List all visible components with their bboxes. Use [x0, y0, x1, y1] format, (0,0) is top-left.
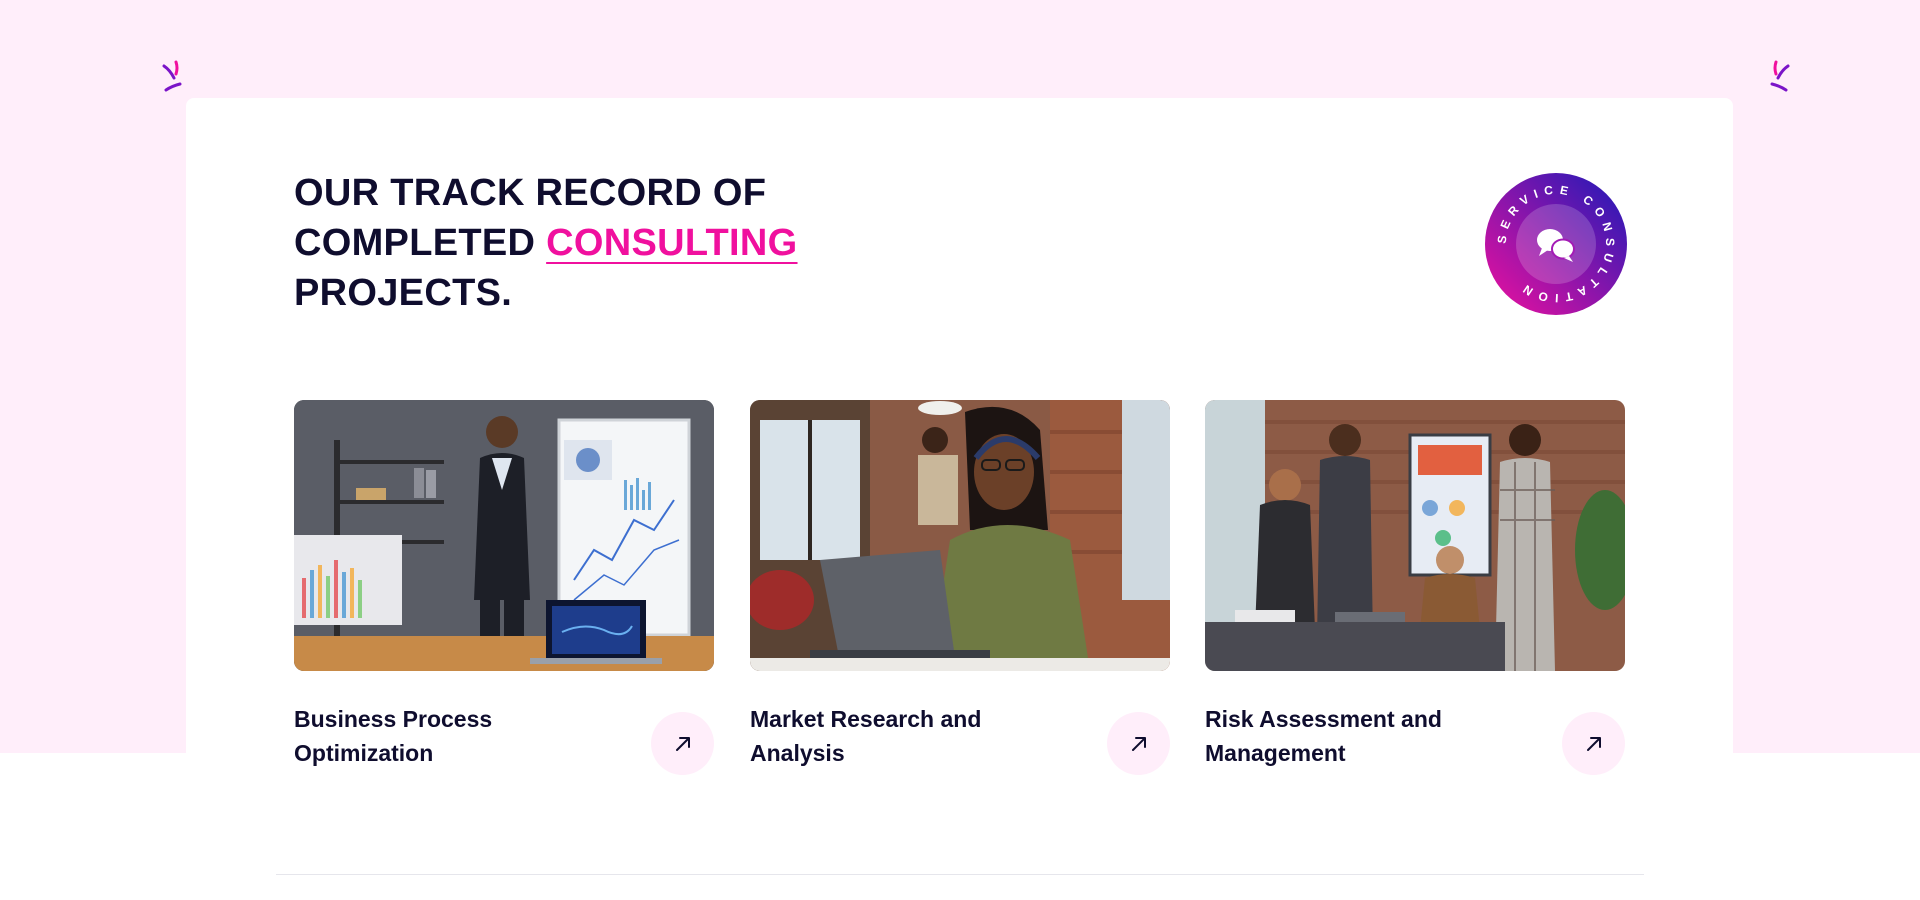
heading-line-2: COMPLETED — [294, 222, 547, 264]
open-project-button[interactable] — [651, 712, 714, 775]
sparkle-decoration-icon — [1770, 60, 1790, 92]
woman-with-headset-laptop-photo[interactable] — [750, 400, 1170, 671]
section-heading: OUR TRACK RECORD OF COMPLETED CONSULTING… — [294, 168, 994, 318]
heading-line-3: PROJECTS. — [294, 272, 513, 314]
project-title-line-2[interactable]: Management — [1205, 740, 1346, 766]
heading-line-1: OUR TRACK RECORD OF — [294, 172, 767, 214]
project-title-line-2[interactable]: Analysis — [750, 740, 845, 766]
service-consultation-badge[interactable]: SERVICE CONSULTATION — [1484, 172, 1628, 316]
project-title[interactable]: Risk Assessment and Management — [1205, 702, 1505, 770]
project-card[interactable]: Risk Assessment and Management — [1205, 400, 1625, 775]
arrow-up-right-icon — [675, 736, 690, 751]
open-project-button[interactable] — [1562, 712, 1625, 775]
arrow-up-right-icon — [1131, 736, 1146, 751]
project-card[interactable]: Market Research and Analysis — [750, 400, 1170, 775]
project-title-line-2[interactable]: Optimization — [294, 740, 433, 766]
project-card[interactable]: Business Process Optimization — [294, 400, 714, 775]
project-title-line-1[interactable]: Risk Assessment and — [1205, 706, 1442, 732]
consultant-at-whiteboard-photo[interactable] — [294, 400, 714, 671]
project-title[interactable]: Market Research and Analysis — [750, 702, 1050, 770]
project-title-line-1[interactable]: Business Process — [294, 706, 492, 732]
section-divider — [276, 874, 1644, 875]
project-title[interactable]: Business Process Optimization — [294, 702, 594, 770]
arrow-up-right-icon — [1586, 736, 1601, 751]
heading-accent-word: CONSULTING — [546, 222, 798, 264]
team-meeting-office-photo[interactable] — [1205, 400, 1625, 671]
sparkle-decoration-icon — [162, 60, 182, 92]
project-title-line-1[interactable]: Market Research and — [750, 706, 981, 732]
open-project-button[interactable] — [1107, 712, 1170, 775]
